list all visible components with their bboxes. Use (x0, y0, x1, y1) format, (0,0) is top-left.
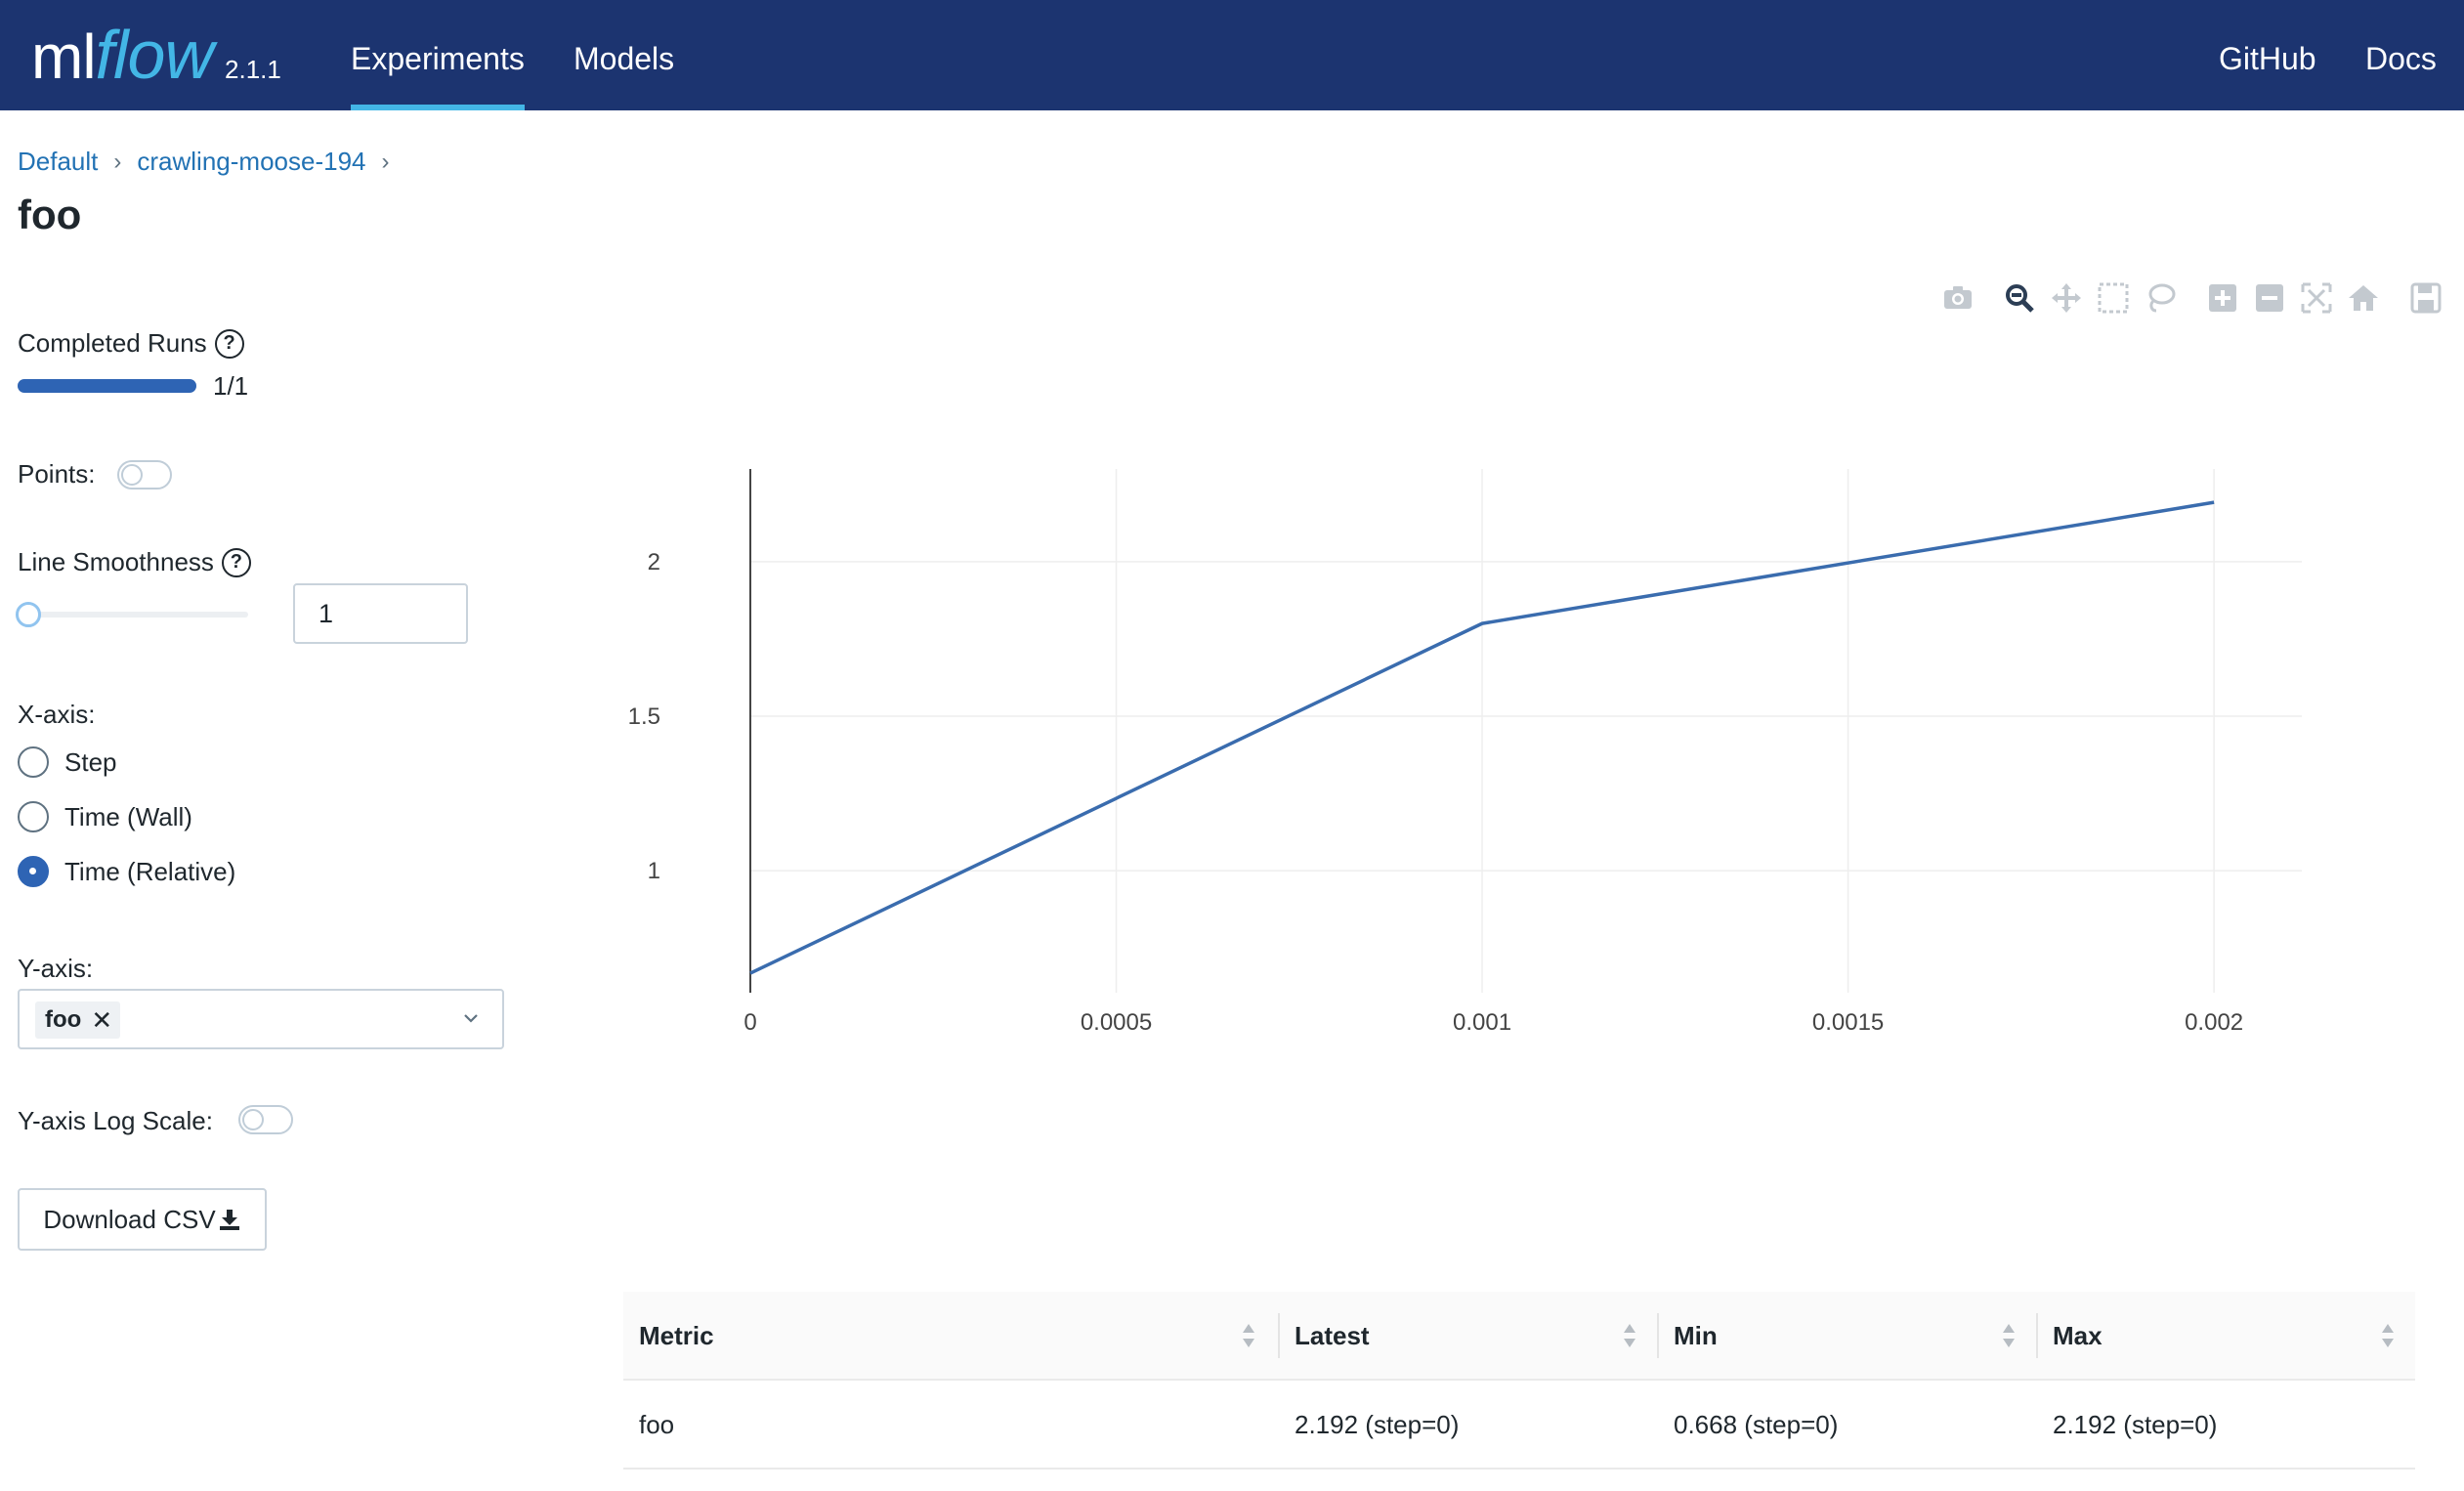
x-axis-option-time-wall[interactable]: Time (Wall) (18, 801, 192, 832)
zoom-in-icon[interactable] (2206, 281, 2239, 315)
logo-flow-text: flow (95, 17, 214, 93)
camera-icon[interactable] (1941, 281, 1975, 315)
points-label: Points: (18, 459, 96, 489)
header-max[interactable]: Max (2037, 1292, 2103, 1381)
autoscale-icon[interactable] (2300, 281, 2333, 315)
page-title: foo (18, 192, 82, 237)
radio-label: Time (Wall) (64, 801, 192, 831)
radio-icon[interactable] (18, 746, 49, 778)
top-navbar: ml flow 2.1.1 Experiments Models GitHub … (0, 0, 2464, 110)
smoothness-label-row: Line Smoothness ? (18, 547, 251, 577)
reset-axes-icon[interactable] (2347, 281, 2380, 315)
smoothness-input[interactable]: 1 (293, 583, 468, 644)
radio-label: Step (64, 746, 117, 777)
cell-latest: 2.192 (step=0) (1295, 1410, 1460, 1439)
smoothness-label: Line Smoothness (18, 547, 214, 576)
x-axis-label: X-axis: (18, 700, 96, 729)
sort-icon[interactable] (1622, 1321, 1637, 1350)
help-icon[interactable]: ? (214, 328, 244, 359)
chevron-down-icon[interactable] (459, 1006, 483, 1030)
sort-icon[interactable] (1241, 1321, 1256, 1350)
metric-tag: foo ✕ (35, 1001, 121, 1039)
progress-fill (18, 379, 196, 393)
lasso-icon[interactable] (2144, 281, 2177, 315)
zoom-icon[interactable] (2003, 281, 2036, 315)
version-label: 2.1.1 (225, 55, 281, 84)
completed-runs-value: 1/1 (213, 371, 249, 401)
x-tick-label: 0.001 (1453, 1009, 1511, 1036)
download-csv-button[interactable]: Download CSV (18, 1188, 267, 1251)
breadcrumb-separator-icon: › (113, 148, 122, 175)
pan-icon[interactable] (2050, 281, 2083, 315)
header-min[interactable]: Min (1658, 1292, 1718, 1381)
smoothness-slider-handle[interactable] (16, 602, 41, 627)
cell-max: 2.192 (step=0) (2053, 1410, 2218, 1439)
breadcrumb: Default › crawling-moose-194 › (18, 147, 405, 177)
nav-experiments[interactable]: Experiments (351, 0, 525, 110)
y-log-toggle[interactable] (238, 1105, 293, 1134)
table-row: foo 2.192 (step=0) 0.668 (step=0) 2.192 … (623, 1381, 2415, 1470)
zoom-out-icon[interactable] (2253, 281, 2286, 315)
completed-runs-progress (18, 379, 196, 393)
completed-runs-label-row: Completed Runs ? (18, 328, 244, 359)
breadcrumb-run[interactable]: crawling-moose-194 (137, 147, 365, 177)
cell-min: 0.668 (step=0) (1674, 1410, 1839, 1439)
nav-models[interactable]: Models (574, 0, 674, 110)
metric-line-chart[interactable]: 0 0.0005 0.001 0.0015 0.002 1 1.5 2 (586, 449, 2325, 1055)
sort-icon[interactable] (2001, 1321, 2017, 1350)
help-icon[interactable]: ? (221, 547, 251, 577)
header-metric[interactable]: Metric (623, 1292, 714, 1381)
x-tick-label: 0.002 (2185, 1009, 2243, 1036)
nav-github[interactable]: GitHub (2219, 0, 2316, 110)
x-axis-option-step[interactable]: Step (18, 746, 117, 778)
y-tick-label: 1.5 (628, 703, 660, 730)
smoothness-slider-track[interactable] (29, 612, 248, 618)
sort-icon[interactable] (2380, 1321, 2396, 1350)
x-tick-label: 0.0015 (1812, 1009, 1884, 1036)
radio-label: Time (Relative) (64, 856, 236, 886)
y-tick-label: 1 (648, 858, 660, 884)
remove-tag-icon[interactable]: ✕ (91, 1005, 112, 1036)
y-tick-label: 2 (648, 549, 660, 575)
y-log-label: Y-axis Log Scale: (18, 1106, 213, 1135)
breadcrumb-separator-icon: › (381, 148, 390, 175)
header-latest[interactable]: Latest (1279, 1292, 1370, 1381)
cell-metric: foo (639, 1410, 675, 1439)
metrics-table: Metric Latest Min Max foo 2.192 (step=0)… (623, 1292, 2415, 1470)
metric-tag-label: foo (45, 1006, 82, 1033)
x-axis-option-time-relative[interactable]: Time (Relative) (18, 856, 235, 887)
toggle-knob (121, 464, 143, 486)
x-tick-label: 0 (743, 1009, 756, 1036)
save-icon[interactable] (2409, 281, 2443, 315)
radio-selected-icon[interactable] (18, 856, 49, 887)
points-toggle[interactable] (117, 460, 172, 490)
completed-runs-label: Completed Runs (18, 328, 207, 358)
x-tick-label: 0.0005 (1081, 1009, 1152, 1036)
mlflow-logo[interactable]: ml flow 2.1.1 (31, 14, 281, 96)
table-header-row: Metric Latest Min Max (623, 1292, 2415, 1381)
radio-icon[interactable] (18, 801, 49, 832)
download-icon (219, 1210, 239, 1230)
y-axis-label: Y-axis: (18, 954, 94, 983)
toggle-knob (242, 1109, 264, 1130)
breadcrumb-default[interactable]: Default (18, 147, 98, 177)
nav-docs[interactable]: Docs (2365, 0, 2437, 110)
logo-ml-text: ml (31, 21, 97, 92)
download-csv-label: Download CSV (43, 1204, 216, 1234)
box-select-icon[interactable] (2097, 281, 2130, 315)
y-axis-select[interactable]: foo ✕ (18, 989, 504, 1049)
